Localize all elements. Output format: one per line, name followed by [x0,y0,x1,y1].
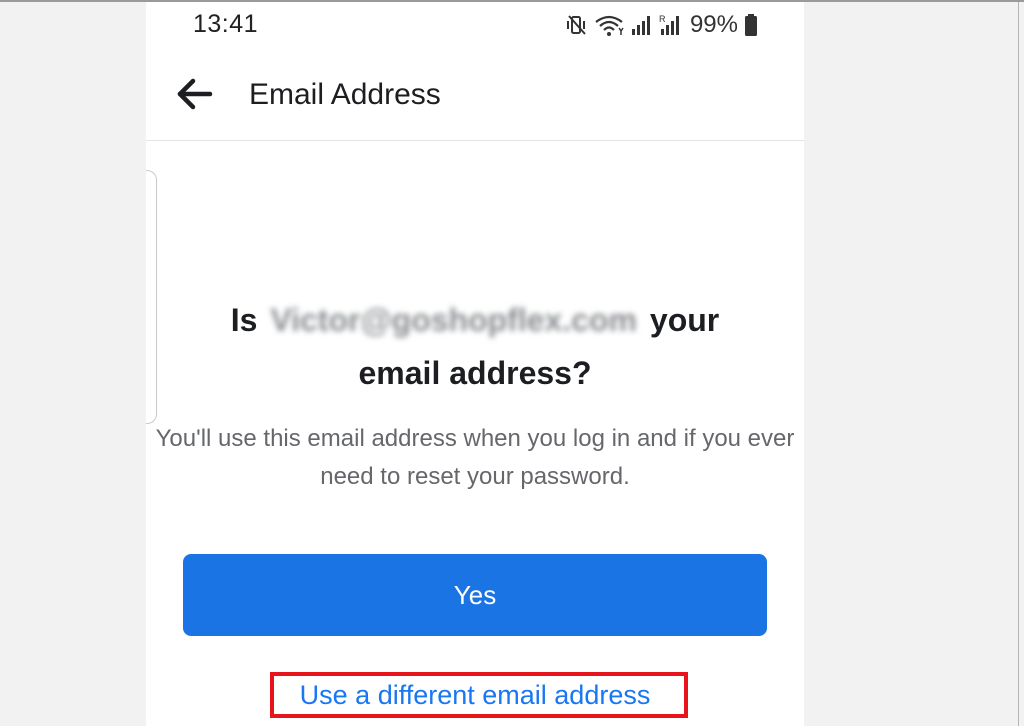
frame-edge [1018,2,1019,726]
left-background [0,2,146,726]
status-bar: 13:41 R 99% [146,2,804,48]
question-suffix: your [649,302,720,338]
question-prefix: Is [230,302,258,338]
right-background [804,2,1024,726]
back-button[interactable] [176,76,216,112]
signal-roaming-icon: R [658,13,682,37]
vibrate-mute-icon [566,13,588,37]
question-line2: email address? [358,355,592,391]
signal-icon [630,13,652,37]
yes-button[interactable]: Yes [183,554,767,636]
highlight-box [270,672,688,718]
status-time: 13:41 [193,10,259,38]
battery-percent: 99% [689,11,738,38]
status-icons: R 99% [566,11,758,39]
svg-text:R: R [659,14,666,24]
arrow-left-icon [177,78,213,110]
phone-screen: 13:41 R 99% Email Address Is Victor@gosh… [146,2,804,726]
page-title: Email Address [249,78,441,111]
helper-text: You'll use this email address when you l… [155,425,795,490]
wifi-icon [594,13,624,37]
app-bar: Email Address [146,48,804,141]
battery-icon [744,13,758,37]
confirm-question: Is Victor@goshopflex.com your email addr… [146,294,804,400]
side-bracket [146,170,157,424]
email-value: Victor@goshopflex.com [270,302,637,338]
